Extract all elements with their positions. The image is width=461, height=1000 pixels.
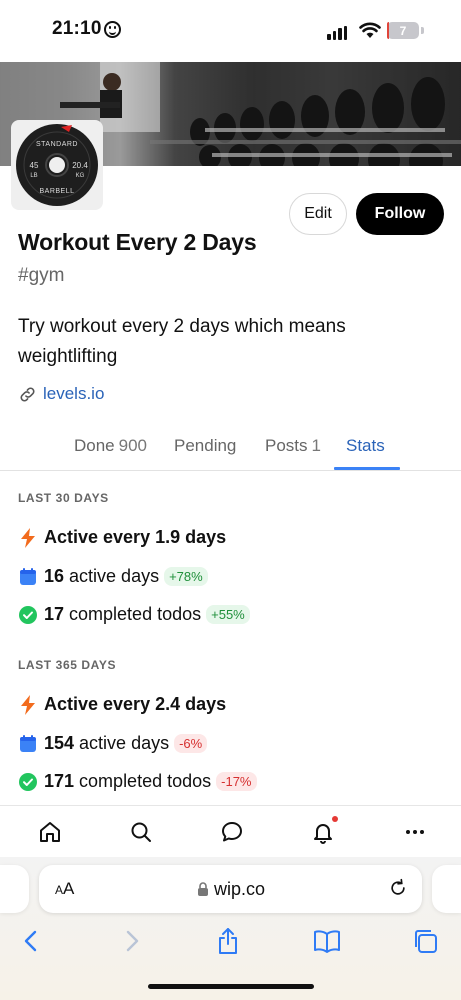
url-text[interactable]: wip.co bbox=[214, 879, 265, 900]
more-icon[interactable] bbox=[402, 819, 428, 845]
stat-active-days-30: 16 active days +78% bbox=[18, 566, 208, 587]
svg-text:BARBELL: BARBELL bbox=[39, 188, 74, 195]
stat-value: 17 bbox=[44, 604, 65, 624]
project-link-text[interactable]: levels.io bbox=[43, 384, 104, 404]
forward-icon[interactable] bbox=[118, 927, 146, 955]
calendar-icon bbox=[18, 567, 38, 587]
reload-icon[interactable] bbox=[388, 878, 408, 898]
lightning-bolt-icon bbox=[18, 527, 38, 548]
tab-label: Stats bbox=[346, 436, 385, 455]
tab-label: Pending bbox=[174, 436, 237, 455]
bookmarks-icon[interactable] bbox=[313, 927, 341, 955]
aa-small: A bbox=[55, 883, 64, 897]
barbell-plate-icon: STANDARD 45 LB 20.4 KG BARBELL bbox=[16, 124, 98, 206]
stat-completed-30: 17 completed todos +55% bbox=[18, 604, 250, 625]
svg-text:LB: LB bbox=[30, 173, 37, 179]
lightning-bolt-icon bbox=[18, 694, 38, 715]
tab-posts[interactable]: Posts 1 bbox=[265, 422, 321, 470]
tab-count: 1 bbox=[311, 436, 321, 455]
notification-dot bbox=[332, 816, 338, 822]
change-badge: -6% bbox=[174, 734, 208, 753]
svg-text:45: 45 bbox=[30, 161, 39, 170]
stat-value: 171 bbox=[44, 771, 75, 791]
tab-done[interactable]: Done 900 bbox=[74, 422, 147, 470]
change-badge: +55% bbox=[206, 605, 250, 624]
stat-text: completed todos bbox=[79, 771, 212, 791]
tab-pending[interactable]: Pending bbox=[174, 422, 236, 470]
app-bottom-nav bbox=[0, 805, 461, 857]
stat-text: active days bbox=[69, 566, 160, 586]
stat-active-days-365: 154 active days -6% bbox=[18, 733, 208, 754]
link-icon bbox=[20, 386, 35, 402]
change-badge: +78% bbox=[164, 567, 208, 586]
stat-text: active days bbox=[79, 733, 170, 753]
active-tab-indicator bbox=[334, 467, 400, 470]
stat-active-every-365: Active every 2.4 days bbox=[18, 694, 231, 715]
stat-value: 154 bbox=[44, 733, 75, 753]
bell-icon[interactable] bbox=[310, 819, 336, 845]
aa-big: A bbox=[63, 879, 75, 898]
share-icon[interactable] bbox=[214, 927, 242, 955]
home-icon[interactable] bbox=[37, 819, 63, 845]
project-avatar: STANDARD 45 LB 20.4 KG BARBELL bbox=[11, 120, 103, 210]
battery-icon: 7 bbox=[387, 22, 419, 39]
tabs-icon[interactable] bbox=[411, 927, 439, 955]
smiley-status-icon bbox=[104, 21, 121, 38]
tab-bar: Done 900 Pending Posts 1 Stats bbox=[0, 422, 461, 471]
chat-icon[interactable] bbox=[219, 819, 245, 845]
calendar-icon bbox=[18, 734, 38, 754]
edit-button[interactable]: Edit bbox=[289, 193, 347, 235]
stat-completed-365: 171 completed todos -17% bbox=[18, 771, 257, 792]
change-badge: -17% bbox=[216, 772, 257, 791]
svg-text:20.4: 20.4 bbox=[72, 161, 88, 170]
battery-percent: 7 bbox=[399, 23, 407, 38]
home-indicator bbox=[148, 984, 314, 989]
battery-level bbox=[387, 22, 389, 39]
project-link[interactable]: levels.io bbox=[18, 384, 104, 404]
follow-button[interactable]: Follow bbox=[356, 193, 444, 235]
section-label-last-365-days: LAST 365 DAYS bbox=[18, 658, 117, 672]
tab-label: Posts bbox=[265, 436, 308, 455]
tab-label: Done bbox=[74, 436, 115, 455]
page-title: Workout Every 2 Days bbox=[18, 229, 257, 255]
tab-count: 900 bbox=[118, 436, 148, 455]
check-circle-icon bbox=[18, 605, 38, 625]
back-icon[interactable] bbox=[17, 927, 45, 955]
status-bar: 21:10 7 bbox=[0, 0, 461, 62]
stat-text: Active every 1.9 days bbox=[44, 527, 227, 547]
stat-text: Active every 2.4 days bbox=[44, 694, 227, 714]
cellular-signal-icon bbox=[327, 26, 347, 40]
battery-tip bbox=[421, 27, 424, 34]
status-time: 21:10 bbox=[52, 18, 102, 39]
svg-text:KG: KG bbox=[76, 173, 85, 179]
next-tab-card[interactable] bbox=[432, 865, 461, 913]
project-description: Try workout every 2 days which means wei… bbox=[18, 316, 346, 367]
reader-settings-button[interactable]: AA bbox=[55, 879, 74, 899]
svg-text:STANDARD: STANDARD bbox=[36, 141, 78, 148]
search-icon[interactable] bbox=[128, 819, 154, 845]
stat-value: 16 bbox=[44, 566, 65, 586]
check-circle-icon bbox=[18, 772, 38, 792]
stat-active-every-30: Active every 1.9 days bbox=[18, 527, 231, 548]
stat-text: completed todos bbox=[69, 604, 202, 624]
wifi-icon bbox=[359, 22, 381, 38]
tab-stats[interactable]: Stats bbox=[346, 422, 385, 470]
project-hashtag[interactable]: #gym bbox=[18, 265, 64, 287]
previous-tab-card[interactable] bbox=[0, 865, 29, 913]
lock-icon bbox=[198, 882, 208, 896]
section-label-last-30-days: LAST 30 DAYS bbox=[18, 491, 109, 505]
